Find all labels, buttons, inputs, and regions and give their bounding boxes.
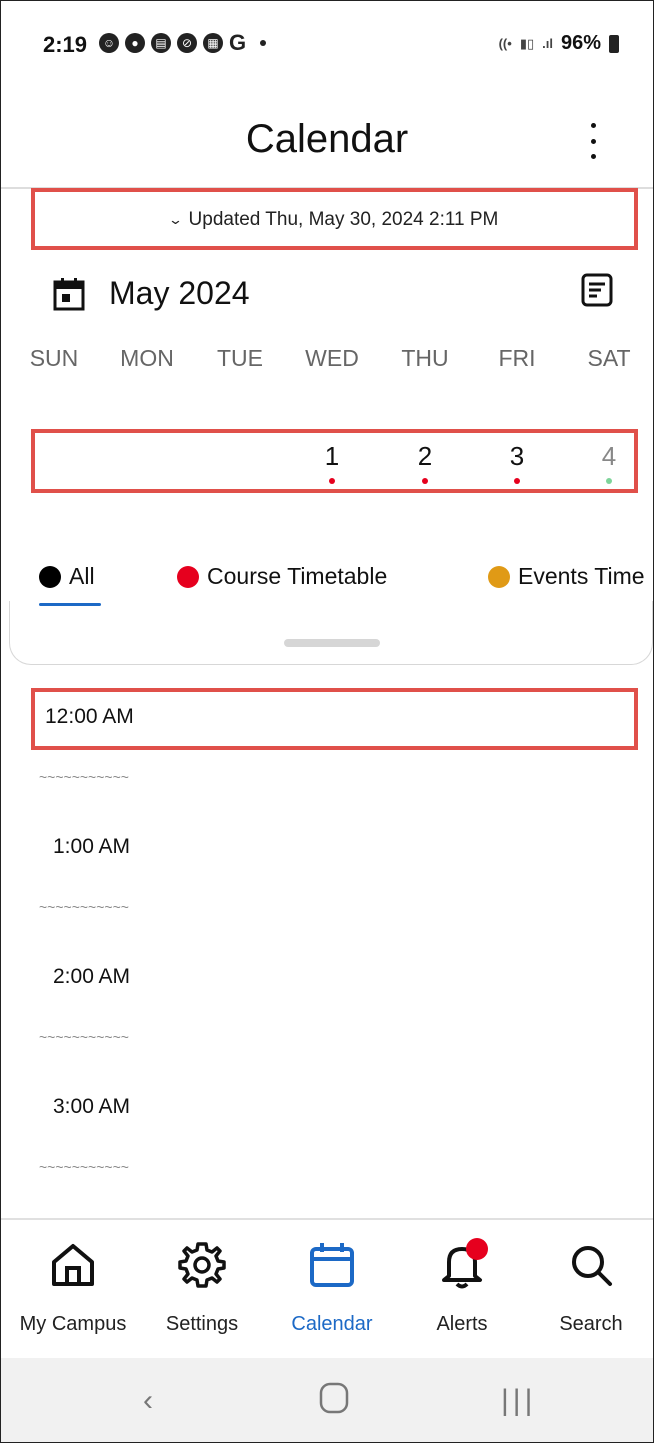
status-time: 2:19 (43, 32, 88, 57)
highlight-box-time (31, 688, 638, 750)
weekday-label: MON (120, 345, 174, 371)
signal-icon: .ıl (542, 36, 553, 51)
nav-alerts[interactable]: Alerts (397, 1238, 527, 1336)
nav-my-campus[interactable]: My Campus (8, 1240, 138, 1336)
list-view-icon[interactable] (581, 273, 613, 307)
drag-handle[interactable] (284, 639, 380, 647)
slot-divider: ~~~~~~~~~~~ (39, 1029, 129, 1045)
weekday-label: SAT (587, 345, 631, 371)
status-right: ((• ▮▯ .ıl 96% (499, 32, 619, 55)
time-label: 2:00 AM (53, 965, 131, 988)
nav-settings[interactable]: Settings (137, 1240, 267, 1336)
filter-course-timetable[interactable]: Course Timetable (177, 563, 387, 590)
notification-icons: ☺ ● ▤ ⊘ ▦ G (99, 30, 267, 55)
account-icon: ● (125, 33, 145, 53)
month-label[interactable]: May 2024 (109, 275, 250, 312)
time-slot[interactable]: 3:00 AM ~~~~~~~~~~~ (1, 1075, 653, 1205)
filter-label: Events Time (518, 563, 645, 589)
filter-label: Course Timetable (207, 563, 388, 589)
bixby-icon: ☺ (99, 33, 119, 53)
app-header: Calendar (1, 85, 653, 189)
nav-label: Search (559, 1313, 623, 1335)
page-title: Calendar (245, 117, 409, 161)
gear-icon (178, 1242, 226, 1288)
nav-label: Calendar (291, 1313, 373, 1335)
battery-icon (609, 34, 619, 53)
nav-label: Settings (165, 1313, 239, 1335)
outlook-icon: ▦ (203, 33, 223, 53)
message-icon: ▤ (151, 33, 171, 53)
blocked-icon: ⊘ (177, 33, 197, 53)
time-label: 1:00 AM (53, 835, 131, 858)
nav-label: Alerts (436, 1313, 488, 1335)
slot-divider: ~~~~~~~~~~~ (39, 769, 129, 785)
highlight-box-updated (31, 188, 638, 250)
calendar-icon[interactable] (53, 277, 85, 311)
slot-divider: ~~~~~~~~~~~ (39, 1159, 129, 1175)
filter-color-dot (488, 565, 510, 588)
filter-all[interactable]: All (39, 563, 95, 590)
slot-divider: ~~~~~~~~~~~ (39, 899, 129, 915)
day-timeline[interactable]: 12:00 AM ~~~~~~~~~~~ 1:00 AM ~~~~~~~~~~~… (1, 685, 653, 1205)
month-row: May 2024 (1, 261, 653, 327)
search-icon (572, 1246, 612, 1286)
filter-label: All (69, 563, 95, 589)
weekday-label: TUE (217, 345, 263, 371)
home-button-icon[interactable] (319, 1382, 349, 1422)
weekday-label: THU (401, 345, 449, 371)
filter-color-dot (39, 565, 61, 588)
status-bar: 2:19 ☺ ● ▤ ⊘ ▦ G ((• ▮▯ .ıl 96% (1, 1, 653, 85)
more-notifications-icon (260, 40, 267, 46)
google-icon: G (229, 30, 247, 55)
weekday-label: WED (305, 345, 359, 371)
nav-label: My Campus (19, 1313, 127, 1335)
battery-percent: 96% (560, 32, 601, 54)
time-label: 3:00 AM (53, 1095, 131, 1118)
nav-search[interactable]: Search (526, 1240, 653, 1336)
bottom-navigation: My Campus Settings Calendar Alerts Searc… (1, 1218, 653, 1358)
calendar-sheet (9, 601, 653, 665)
volte-icon: ▮▯ (519, 35, 535, 51)
time-slot[interactable]: 2:00 AM ~~~~~~~~~~~ (1, 945, 653, 1075)
app-screen: 2:19 ☺ ● ▤ ⊘ ▦ G ((• ▮▯ .ıl 96% Calendar… (0, 0, 654, 1443)
home-icon (52, 1244, 94, 1286)
highlight-box-days (31, 429, 638, 493)
filter-events-timetable[interactable]: Events Time (488, 563, 645, 590)
weekday-label: SUN (29, 345, 79, 371)
system-navigation-bar: ‹ ||| (1, 1358, 653, 1442)
nav-calendar[interactable]: Calendar (267, 1240, 397, 1336)
weekday-header: SUN MON TUE WED THU FRI SAT (1, 345, 653, 385)
recent-apps-icon[interactable]: ||| (501, 1384, 536, 1418)
alert-badge (466, 1238, 488, 1260)
calendar-icon (310, 1243, 354, 1287)
time-slot[interactable]: 1:00 AM ~~~~~~~~~~~ (1, 815, 653, 945)
more-options-icon[interactable] (583, 123, 603, 159)
filter-color-dot (177, 565, 199, 588)
back-icon[interactable]: ‹ (143, 1384, 153, 1418)
weekday-label: FRI (498, 345, 536, 371)
wifi-icon: ((• (498, 36, 512, 51)
